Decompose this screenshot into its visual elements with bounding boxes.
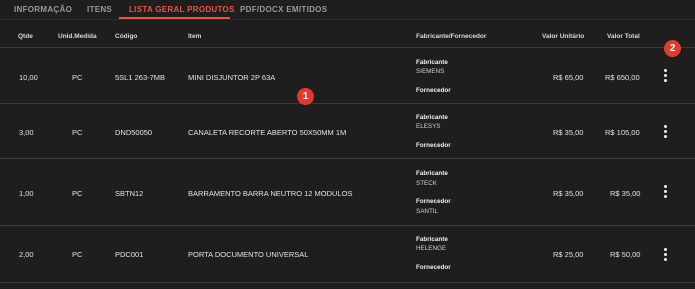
cell-valor-total: R$ 50,00 xyxy=(610,250,641,259)
table-row: 3,00 PC DND50050 CANALETA RECORTE ABERTO… xyxy=(0,105,695,159)
more-vertical-icon[interactable] xyxy=(661,248,671,262)
fabricante-value: STECK xyxy=(416,180,437,187)
fabricante-label: Fabricante xyxy=(416,236,448,243)
more-vertical-icon[interactable] xyxy=(661,185,671,199)
table-header: Qtde Unid.Medida Código Item Fabricante/… xyxy=(0,20,695,48)
cell-qtde: 2,00 xyxy=(19,250,34,259)
fornecedor-label: Fornecedor xyxy=(416,264,451,271)
annotation-marker-1: 1 xyxy=(297,88,314,105)
tab-lista-geral-produtos[interactable]: LISTA GERAL PRODUTOS xyxy=(129,5,235,14)
column-header-fabricante-fornecedor: Fabricante/Fornecedor xyxy=(416,33,487,40)
cell-qtde: 1,00 xyxy=(19,189,34,198)
fabricante-value: HELENGE xyxy=(416,245,447,252)
cell-valor-total: R$ 105,00 xyxy=(605,128,640,137)
fornecedor-value: SANTIL xyxy=(416,208,439,215)
tab-bar: INFORMAÇÃO ITENS LISTA GERAL PRODUTOS PD… xyxy=(0,0,695,20)
cell-valor-total: R$ 650,00 xyxy=(605,73,640,82)
fabricante-label: Fabricante xyxy=(416,114,448,121)
fornecedor-label: Fornecedor xyxy=(416,198,451,205)
fornecedor-label: Fornecedor xyxy=(416,87,451,94)
cell-codigo: 5SL1 263-7MB xyxy=(115,73,166,82)
cell-item: MINI DISJUNTOR 2P 63A xyxy=(188,73,276,82)
table-row: 10,00 PC 5SL1 263-7MB MINI DISJUNTOR 2P … xyxy=(0,49,695,104)
cell-unid-medida: PC xyxy=(72,128,83,137)
cell-item: BARRAMENTO BARRA NEUTRO 12 MODULOS xyxy=(188,189,353,198)
tab-pdf-docx-emitidos[interactable]: PDF/DOCX EMITIDOS xyxy=(240,5,327,14)
more-vertical-icon[interactable] xyxy=(661,69,671,83)
cell-codigo: SBTN12 xyxy=(115,189,144,198)
tab-itens[interactable]: ITENS xyxy=(87,5,112,14)
column-header-unid-medida: Unid.Medida xyxy=(58,33,97,40)
fabricante-label: Fabricante xyxy=(416,59,448,66)
cell-item: PORTA DOCUMENTO UNIVERSAL xyxy=(188,250,309,259)
cell-unid-medida: PC xyxy=(72,250,83,259)
cell-codigo: DND50050 xyxy=(115,128,153,137)
cell-valor-total: R$ 35,00 xyxy=(610,189,641,198)
cell-valor-unitario: R$ 35,00 xyxy=(553,128,584,137)
more-vertical-icon[interactable] xyxy=(661,125,671,139)
fabricante-value: SIEMENS xyxy=(416,68,445,75)
cell-item: CANALETA RECORTE ABERTO 50X50MM 1M xyxy=(188,128,347,137)
column-header-qtde: Qtde xyxy=(18,33,33,40)
fornecedor-label: Fornecedor xyxy=(416,142,451,149)
cell-valor-unitario: R$ 25,00 xyxy=(553,250,584,259)
cell-qtde: 3,00 xyxy=(19,128,34,137)
column-header-item: Item xyxy=(188,33,202,40)
table-row: 1,00 PC SBTN12 BARRAMENTO BARRA NEUTRO 1… xyxy=(0,160,695,226)
column-header-codigo: Código xyxy=(115,33,138,40)
fabricante-label: Fabricante xyxy=(416,170,448,177)
tab-informacao[interactable]: INFORMAÇÃO xyxy=(14,5,72,14)
cell-unid-medida: PC xyxy=(72,73,83,82)
table-row: 2,00 PC PDC001 PORTA DOCUMENTO UNIVERSAL… xyxy=(0,227,695,283)
cell-qtde: 10,00 xyxy=(19,73,38,82)
cell-valor-unitario: R$ 35,00 xyxy=(553,189,584,198)
cell-codigo: PDC001 xyxy=(115,250,144,259)
annotation-marker-2: 2 xyxy=(664,40,681,57)
cell-valor-unitario: R$ 65,00 xyxy=(553,73,584,82)
cell-unid-medida: PC xyxy=(72,189,83,198)
column-header-valor-total: Valor Total xyxy=(607,33,640,40)
column-header-valor-unitario: Valor Unitário xyxy=(542,33,585,40)
fabricante-value: ELESYS xyxy=(416,123,441,130)
